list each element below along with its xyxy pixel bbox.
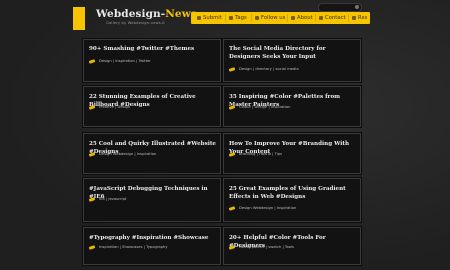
tag-icon [229, 15, 233, 20]
post-card[interactable]: 25 Great Examples of Using Gradient Effe… [223, 178, 361, 222]
post-tags[interactable]: creative | Design [99, 105, 130, 109]
nav-tags-label: Tags [235, 15, 247, 21]
pencil-icon [88, 197, 96, 202]
rss-icon [352, 15, 356, 20]
post-tags[interactable]: Colour | Design | Inspiration [239, 105, 290, 109]
site-logo[interactable]: Webdesign-News [96, 8, 197, 20]
site-tagline: Gallery by Webdesign-news.it [106, 21, 165, 25]
post-card[interactable]: #Typography #Inspiration #Showcase Inspi… [83, 227, 221, 265]
nav-contact-label: Contact [325, 15, 346, 21]
post-card[interactable]: #JavaScript Debugging Techniques in #IE6… [83, 178, 221, 222]
nav-submit-label: Submit [203, 15, 222, 21]
post-tags[interactable]: IE6 | javascript [99, 197, 126, 201]
site-header: Webdesign-News Gallery by Webdesign-news… [0, 0, 450, 30]
post-title[interactable]: 90+ Smashing #Twitter #Themes [89, 45, 216, 53]
nav-divider [251, 14, 252, 22]
nav-about-label: About [297, 15, 313, 21]
post-card[interactable]: The Social Media Directory for Designers… [223, 39, 361, 82]
post-tags[interactable]: color | palette | swatch | Tools [239, 245, 294, 249]
nav-rss[interactable]: Rss [352, 12, 367, 24]
pencil-icon [228, 105, 236, 110]
post-title[interactable]: 25 Great Examples of Using Gradient Effe… [229, 185, 356, 201]
heart-icon [291, 15, 295, 20]
top-nav: Submit Tags Follow us About Contact Rss [191, 12, 370, 24]
post-card[interactable]: 20+ Helpful #Color #Tools For #Designers… [223, 227, 361, 265]
post-title[interactable]: #Typography #Inspiration #Showcase [89, 234, 216, 242]
pencil-icon [88, 59, 96, 64]
post-tags[interactable]: Design Webdesign | Inspiration [239, 206, 296, 210]
search-icon[interactable] [355, 5, 359, 9]
nav-tags[interactable]: Tags [229, 12, 247, 24]
nav-follow-label: Follow us [261, 15, 286, 21]
post-card[interactable]: 35 Inspiring #Color #Palettes from Maste… [223, 86, 361, 127]
nav-follow[interactable]: Follow us [255, 12, 285, 24]
post-tags[interactable]: Inspiration | Showcases | Typography [99, 245, 168, 249]
nav-submit[interactable]: Submit [197, 12, 222, 24]
pencil-icon [228, 67, 236, 72]
nav-about[interactable]: About [291, 12, 313, 24]
post-title[interactable]: The Social Media Directory for Designers… [229, 45, 356, 61]
post-card[interactable]: 22 Stunning Examples of Creative Billboa… [83, 86, 221, 127]
search-input[interactable] [318, 3, 362, 12]
nav-rss-label: Rss [358, 15, 368, 21]
nav-divider [348, 14, 349, 22]
nav-contact[interactable]: Contact [319, 12, 346, 24]
pencil-icon [228, 152, 236, 157]
nav-divider [315, 14, 316, 22]
contact-icon [319, 15, 323, 20]
post-tags[interactable]: Design | directory | social media [239, 67, 299, 71]
pencil-icon [88, 105, 96, 110]
post-card[interactable]: 25 Cool and Quirky Illustrated #Website … [83, 133, 221, 174]
twitter-icon [255, 15, 259, 20]
logo-main: Webdesign- [96, 8, 166, 20]
submit-icon [197, 15, 201, 20]
post-card[interactable]: How To Improve Your #Branding With Your … [223, 133, 361, 174]
pencil-icon [88, 152, 96, 157]
pencil-icon [228, 206, 236, 211]
post-tags[interactable]: Design | Inspiration | Twitter [99, 59, 151, 63]
post-tags[interactable]: Design Webdesign | Inspiration [99, 152, 156, 156]
nav-divider [287, 14, 288, 22]
post-card[interactable]: 90+ Smashing #Twitter #Themes Design | I… [83, 39, 221, 82]
post-tags[interactable]: branding | HowTo | Tips [239, 152, 282, 156]
logo-tab [73, 7, 85, 30]
pencil-icon [88, 245, 96, 250]
nav-divider [225, 14, 226, 22]
